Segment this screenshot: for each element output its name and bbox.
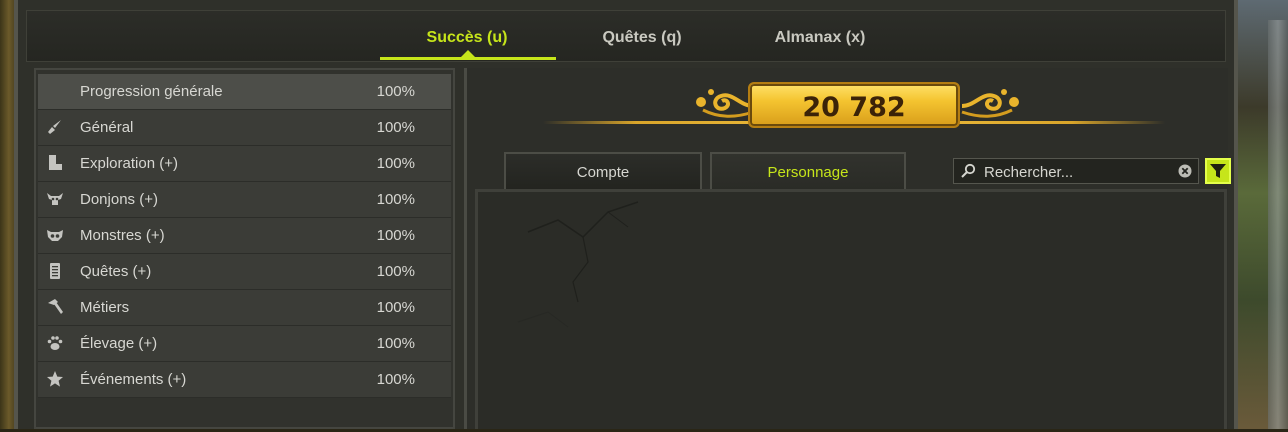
category-label: Général bbox=[80, 119, 134, 136]
achievement-score-plate: 20 782 bbox=[748, 82, 960, 128]
category-label: Quêtes (+) bbox=[80, 263, 152, 280]
category-label: Élevage (+) bbox=[80, 335, 158, 352]
achievements-detail-panel: 20 782 Compte Personnage bbox=[464, 68, 1231, 429]
tab-personnage[interactable]: Personnage bbox=[710, 152, 906, 190]
category-exploration[interactable]: Exploration (+) 100% bbox=[38, 146, 451, 182]
filter-button[interactable] bbox=[1205, 158, 1231, 184]
category-monstres[interactable]: Monstres (+) 100% bbox=[38, 218, 451, 254]
clear-search-icon[interactable] bbox=[1178, 164, 1192, 178]
category-evenements[interactable]: Événements (+) 100% bbox=[38, 362, 451, 398]
category-label: Exploration (+) bbox=[80, 155, 178, 172]
category-percent: 100% bbox=[376, 155, 415, 172]
category-label: Monstres (+) bbox=[80, 227, 165, 244]
achievement-score: 20 782 bbox=[802, 92, 906, 123]
horned-skull-icon bbox=[46, 190, 64, 208]
right-ornament-icon bbox=[961, 89, 1019, 118]
category-percent: 100% bbox=[376, 335, 415, 352]
tab-quetes[interactable]: Quêtes (q) bbox=[582, 29, 702, 47]
sword-icon bbox=[46, 118, 64, 136]
category-donjons[interactable]: Donjons (+) 100% bbox=[38, 182, 451, 218]
achievements-window: Succès (u) Quêtes (q) Almanax (x) Progre… bbox=[14, 0, 1238, 429]
category-percent: 100% bbox=[376, 119, 415, 136]
category-percent: 100% bbox=[376, 299, 415, 316]
category-label: Événements (+) bbox=[80, 371, 187, 388]
scroll-icon bbox=[46, 262, 64, 280]
category-list: Progression générale 100% Général 100% E… bbox=[38, 74, 451, 398]
monster-mask-icon bbox=[46, 226, 64, 244]
category-percent: 100% bbox=[376, 83, 415, 100]
tab-succes[interactable]: Succès (u) bbox=[407, 29, 527, 47]
stone-pillar bbox=[1268, 20, 1288, 429]
filter-icon bbox=[1210, 164, 1226, 178]
category-label: Métiers bbox=[80, 299, 130, 316]
category-label: Progression générale bbox=[80, 83, 223, 100]
category-label: Donjons (+) bbox=[80, 191, 158, 208]
category-percent: 100% bbox=[376, 263, 415, 280]
category-panel: Progression générale 100% Général 100% E… bbox=[34, 68, 455, 429]
background-cracks bbox=[517, 201, 639, 328]
left-ornament-icon bbox=[696, 89, 754, 118]
category-metiers[interactable]: Métiers 100% bbox=[38, 290, 451, 326]
category-general[interactable]: Général 100% bbox=[38, 110, 451, 146]
active-tab-caret bbox=[461, 50, 475, 57]
paw-icon bbox=[46, 334, 64, 352]
search-box bbox=[953, 158, 1199, 184]
category-progression-generale[interactable]: Progression générale 100% bbox=[38, 74, 451, 110]
category-elevage[interactable]: Élevage (+) 100% bbox=[38, 326, 451, 362]
category-percent: 100% bbox=[376, 227, 415, 244]
hammer-icon bbox=[46, 298, 64, 316]
main-tab-bar: Succès (u) Quêtes (q) Almanax (x) bbox=[26, 10, 1226, 62]
boot-icon bbox=[46, 154, 64, 172]
tab-almanax[interactable]: Almanax (x) bbox=[755, 29, 885, 47]
category-quetes[interactable]: Quêtes (+) 100% bbox=[38, 254, 451, 290]
tab-compte[interactable]: Compte bbox=[504, 152, 702, 190]
category-percent: 100% bbox=[376, 191, 415, 208]
star-icon bbox=[46, 370, 64, 388]
background-scenery-right bbox=[1236, 0, 1288, 429]
active-tab-underline bbox=[380, 57, 556, 60]
search-input[interactable] bbox=[982, 161, 1176, 183]
achievements-list-area bbox=[475, 189, 1227, 429]
search-icon bbox=[961, 163, 976, 178]
category-percent: 100% bbox=[376, 371, 415, 388]
